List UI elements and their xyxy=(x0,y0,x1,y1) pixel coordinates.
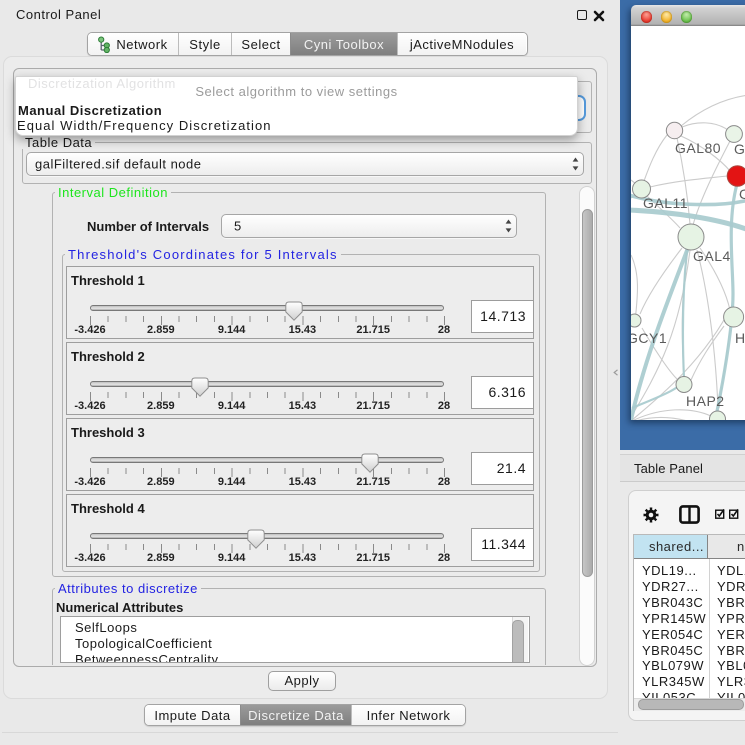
svg-text:H: H xyxy=(735,330,745,346)
svg-text:GCY1: GCY1 xyxy=(631,330,667,346)
svg-text:GAL4: GAL4 xyxy=(693,248,731,264)
svg-text:HAP2: HAP2 xyxy=(686,393,725,409)
svg-text:CY: CY xyxy=(739,186,745,202)
svg-text:GA: GA xyxy=(734,141,745,157)
svg-text:GAL11: GAL11 xyxy=(643,195,688,211)
svg-text:GAL80: GAL80 xyxy=(675,140,721,156)
